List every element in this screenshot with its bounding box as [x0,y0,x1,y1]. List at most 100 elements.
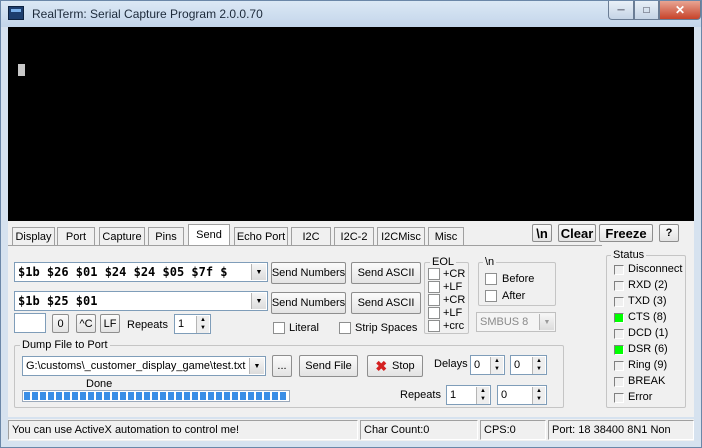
dump-file-combo[interactable]: G:\customs\_customer_display_game\test.t… [22,356,266,376]
delay2-value: 0 [514,359,521,371]
status-label-txd-3: TXD (3) [628,295,667,307]
eol-label: +CR [443,294,466,306]
terminal-cursor [18,64,25,76]
status-label-error: Error [628,391,653,403]
chevron-down-icon[interactable]: ▼ [251,293,266,309]
eol-cr-checkbox-2[interactable] [428,294,440,306]
repeats-value: 1 [178,318,185,330]
dump-progress-bar [22,390,290,402]
spinner-arrows-icon[interactable]: ▲ ▼ [490,357,503,374]
dump-repeats1-spinner[interactable]: 1 ▲ ▼ [446,385,491,405]
newline-button[interactable]: \n [532,224,552,242]
tab-send[interactable]: Send [188,224,230,245]
status-label-cts-8: CTS (8) [628,311,667,323]
after-checkbox[interactable] [485,290,497,302]
progress-label: Done [86,378,113,390]
delay1-value: 0 [474,359,481,371]
tab-port[interactable]: Port [57,227,95,245]
send-line1-combo[interactable]: $1b $26 $01 $24 $24 $05 $7f $ ▼ [14,262,268,282]
status-led-ring-9 [614,361,624,371]
tab-i2c[interactable]: I2C [291,227,331,245]
tab-i2cmisc[interactable]: I2CMisc [377,227,425,245]
eol-crc-checkbox[interactable] [428,320,440,332]
tab-echo-port[interactable]: Echo Port [234,227,288,245]
tab-misc[interactable]: Misc [428,227,464,245]
literal-label: Literal [289,322,319,334]
newline-group-title: \n [483,256,497,268]
send-ascii-button-2[interactable]: Send ASCII [351,292,421,314]
clear-button[interactable]: Clear [558,224,596,242]
status-message: You can use ActiveX automation to contro… [8,420,358,440]
tab-display[interactable]: Display [12,227,55,245]
send-numbers-button-2[interactable]: Send Numbers [271,292,346,314]
status-led-dsr-6 [614,345,624,355]
eol-lf-checkbox-2[interactable] [428,307,440,319]
status-led-break [614,377,624,387]
eol-title: EOL [430,256,457,268]
status-led-error [614,393,624,403]
status-led-rxd-2 [614,281,624,291]
dump-repeats-label: Repeats [400,389,441,401]
status-label-dsr-6: DSR (6) [628,343,668,355]
send-numbers-button-1[interactable]: Send Numbers [271,262,346,284]
maximize-button[interactable]: □ [634,1,659,20]
strip-spaces-label: Strip Spaces [355,322,418,334]
browse-button[interactable]: ... [272,355,292,377]
lf-button[interactable]: LF [100,314,120,333]
cps-readout: CPS:0 [480,420,546,440]
status-label-disconnect: Disconnect [628,263,683,275]
spinner-arrows-icon[interactable]: ▲ ▼ [196,316,209,333]
app-icon [8,6,24,20]
progress-fill [24,392,288,400]
spinner-arrows-icon[interactable]: ▲ ▼ [532,387,545,404]
spinner-arrows-icon[interactable]: ▲ ▼ [476,387,489,404]
tab-divider [8,245,602,246]
delay1-spinner[interactable]: 0 ▲ ▼ [470,355,505,375]
send-file-button[interactable]: Send File [299,355,358,377]
after-label: After [502,290,526,302]
delays-label: Delays [434,358,468,370]
tab-capture[interactable]: Capture [99,227,145,245]
dump-file-path: G:\customs\_customer_display_game\test.t… [26,360,246,372]
tab-pins[interactable]: Pins [148,227,184,245]
dump-repeats2-value: 0 [501,389,508,401]
eol-label: +LF [443,307,463,319]
status-led-dcd-1 [614,329,624,339]
tab-i2c-2[interactable]: I2C-2 [334,227,374,245]
status-label-rxd-2: RXD (2) [628,279,668,291]
close-button[interactable]: ✕ [659,1,701,20]
freeze-button[interactable]: Freeze [599,224,653,242]
stop-button[interactable]: ✖ Stop [367,355,423,377]
char-input[interactable] [14,313,46,333]
help-button[interactable]: ? [659,224,679,242]
status-led-disconnect [614,265,624,275]
status-label-dcd-1: DCD (1) [628,327,669,339]
terminal-display[interactable] [8,27,694,221]
ctrl-c-button[interactable]: ^C [76,314,96,333]
chevron-down-icon[interactable]: ▼ [539,314,554,330]
terminal-scrollbar[interactable] [677,28,693,220]
port-readout: Port: 18 38400 8N1 Non [548,420,694,440]
literal-checkbox[interactable] [273,322,285,334]
minimize-button[interactable]: ─ [608,1,634,20]
chevron-down-icon[interactable]: ▼ [249,358,264,374]
strip-spaces-checkbox[interactable] [339,322,351,334]
repeats-spinner[interactable]: 1 ▲ ▼ [174,314,211,334]
eol-label: +LF [443,281,463,293]
zero-button[interactable]: 0 [52,314,69,333]
eol-lf-checkbox-1[interactable] [428,281,440,293]
stop-label: Stop [392,360,415,372]
before-checkbox[interactable] [485,273,497,285]
smbus-combo[interactable]: SMBUS 8 ▼ [476,312,556,332]
delay2-spinner[interactable]: 0 ▲ ▼ [510,355,547,375]
status-label-ring-9: Ring (9) [628,359,668,371]
send-ascii-button-1[interactable]: Send ASCII [351,262,421,284]
spinner-arrows-icon[interactable]: ▲ ▼ [532,357,545,374]
send-line2-combo[interactable]: $1b $25 $01 ▼ [14,291,268,311]
eol-cr-checkbox-1[interactable] [428,268,440,280]
eol-label: +CR [443,268,466,280]
chevron-down-icon[interactable]: ▼ [251,264,266,280]
dump-repeats2-spinner[interactable]: 0 ▲ ▼ [497,385,547,405]
status-led-txd-3 [614,297,624,307]
eol-label: +crc [443,320,465,332]
